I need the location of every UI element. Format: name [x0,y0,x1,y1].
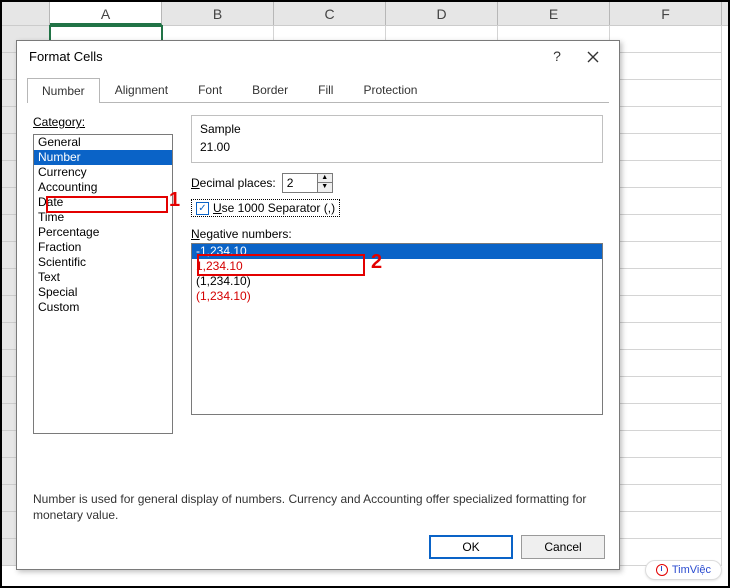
checkmark-icon: ✓ [196,202,209,215]
tab-fill[interactable]: Fill [303,77,348,102]
titlebar: Format Cells ? [17,41,619,71]
watermark-text: TimViệc [672,564,711,576]
category-custom[interactable]: Custom [34,300,172,315]
cancel-button[interactable]: Cancel [521,535,605,559]
negative-option-2[interactable]: 1,234.10 [192,259,602,274]
decimal-places-input[interactable] [283,174,317,192]
column-headers: A B C D E F [2,2,728,26]
category-text[interactable]: Text [34,270,172,285]
col-header-F[interactable]: F [610,2,722,25]
watermark-badge: TimViệc [645,560,722,580]
decimal-places-label: Decimal places: [191,176,276,190]
tab-font[interactable]: Font [183,77,237,102]
col-header-A[interactable]: A [50,2,162,25]
tab-border[interactable]: Border [237,77,303,102]
close-button[interactable] [575,48,611,64]
negative-numbers-label: Negative numbers: [191,227,603,241]
category-date[interactable]: Date [34,195,172,210]
format-cells-dialog: Format Cells ? Number Alignment Font Bor… [16,40,620,570]
spin-up-icon[interactable]: ▲ [318,174,332,183]
col-header-C[interactable]: C [274,2,386,25]
col-header-E[interactable]: E [498,2,610,25]
category-currency[interactable]: Currency [34,165,172,180]
decimal-places-spinner[interactable]: ▲ ▼ [282,173,333,193]
thousands-separator-label: Use 1000 Separator (,) [213,201,335,215]
tab-number[interactable]: Number [27,78,100,103]
tab-protection[interactable]: Protection [348,77,432,102]
category-fraction[interactable]: Fraction [34,240,172,255]
tab-alignment[interactable]: Alignment [100,77,183,102]
dialog-title: Format Cells [29,49,539,64]
negative-option-4[interactable]: (1,234.10) [192,289,602,304]
clock-icon [656,564,668,576]
category-scientific[interactable]: Scientific [34,255,172,270]
category-time[interactable]: Time [34,210,172,225]
help-button[interactable]: ? [539,48,575,64]
col-header-B[interactable]: B [162,2,274,25]
negative-numbers-list[interactable]: -1,234.10 1,234.10 (1,234.10) (1,234.10) [191,243,603,415]
select-all-corner[interactable] [2,2,50,25]
spin-down-icon[interactable]: ▼ [318,183,332,192]
close-icon [587,51,599,63]
col-header-D[interactable]: D [386,2,498,25]
ok-button[interactable]: OK [429,535,513,559]
sample-value: 21.00 [200,140,594,154]
category-general[interactable]: General [34,135,172,150]
tab-strip: Number Alignment Font Border Fill Protec… [27,77,609,103]
format-description: Number is used for general display of nu… [33,491,603,523]
category-accounting[interactable]: Accounting [34,180,172,195]
sample-box: Sample 21.00 [191,115,603,163]
category-special[interactable]: Special [34,285,172,300]
category-list[interactable]: General Number Currency Accounting Date … [33,134,173,434]
negative-option-3[interactable]: (1,234.10) [192,274,602,289]
category-percentage[interactable]: Percentage [34,225,172,240]
category-label: Category: [33,115,85,129]
negative-option-1[interactable]: -1,234.10 [192,244,602,259]
thousands-separator-checkbox[interactable]: ✓ Use 1000 Separator (,) [191,199,340,217]
sample-label: Sample [200,122,594,136]
category-number[interactable]: Number [34,150,172,165]
